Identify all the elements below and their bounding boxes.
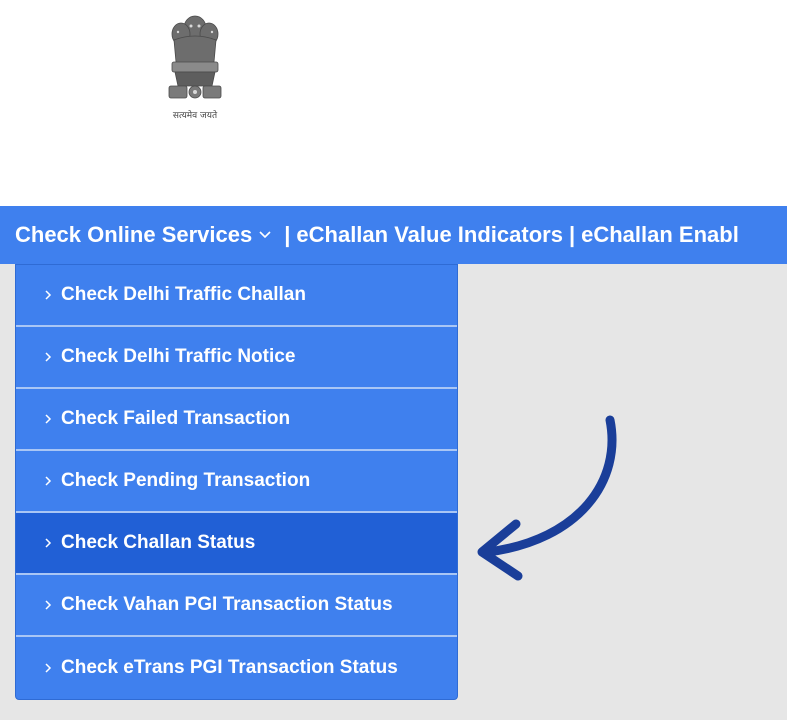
nav-separator: | bbox=[568, 222, 576, 247]
menu-item-label: Check Pending Transaction bbox=[61, 470, 311, 491]
menu-item-label: Check Vahan PGI Transaction Status bbox=[61, 594, 393, 615]
chevron-down-icon[interactable] bbox=[258, 230, 272, 240]
nav-check-online-services[interactable]: Check Online Services bbox=[15, 222, 278, 248]
menu-item-label: Check Failed Transaction bbox=[61, 408, 291, 429]
menu-item-label: Check eTrans PGI Transaction Status bbox=[61, 657, 398, 678]
nav-separator: | bbox=[284, 222, 291, 247]
menu-item-check-failed-transaction[interactable]: Check Failed Transaction bbox=[16, 389, 457, 451]
curved-arrow-icon bbox=[477, 415, 617, 581]
menu-item-check-vahan-pgi-transaction-status[interactable]: Check Vahan PGI Transaction Status bbox=[16, 575, 457, 637]
chevron-right-icon bbox=[44, 662, 59, 674]
online-services-dropdown: Check Delhi Traffic Challan Check Delhi … bbox=[15, 264, 458, 700]
menu-item-label: Check Delhi Traffic Challan bbox=[61, 284, 306, 305]
menu-item-label: Check Challan Status bbox=[61, 532, 256, 553]
chevron-right-icon bbox=[44, 289, 59, 301]
chevron-right-icon bbox=[44, 599, 59, 611]
national-emblem: सत्यमेव जयते bbox=[160, 12, 230, 124]
nav-echallan-enabled[interactable]: eChallan Enabl bbox=[581, 222, 739, 248]
nav-echallan-value-indicators[interactable]: eChallan Value Indicators bbox=[296, 222, 563, 248]
national-emblem-icon bbox=[168, 15, 222, 99]
menu-item-label: Check Delhi Traffic Notice bbox=[61, 346, 296, 367]
menu-item-check-pending-transaction[interactable]: Check Pending Transaction bbox=[16, 451, 457, 513]
chevron-right-icon bbox=[44, 537, 59, 549]
menu-item-check-etrans-pgi-transaction-status[interactable]: Check eTrans PGI Transaction Status bbox=[16, 637, 457, 699]
menu-item-check-delhi-traffic-challan[interactable]: Check Delhi Traffic Challan bbox=[16, 265, 457, 327]
emblem-motto: सत्यमेव जयते bbox=[172, 111, 218, 121]
chevron-right-icon bbox=[44, 351, 59, 363]
chevron-right-icon bbox=[44, 475, 59, 487]
menu-item-check-delhi-traffic-notice[interactable]: Check Delhi Traffic Notice bbox=[16, 327, 457, 389]
nav-check-online-services-label: Check Online Services bbox=[15, 222, 253, 247]
menu-item-check-challan-status[interactable]: Check Challan Status bbox=[16, 513, 457, 575]
chevron-right-icon bbox=[44, 413, 59, 425]
top-navbar: Check Online Services | eChallan Value I… bbox=[0, 206, 787, 264]
